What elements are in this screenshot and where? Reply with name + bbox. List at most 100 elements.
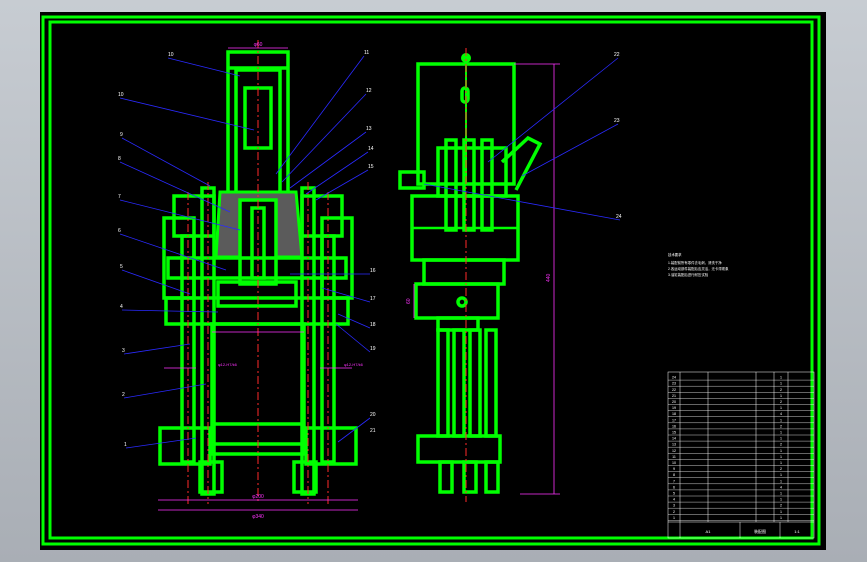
bom-cell: 6 (673, 485, 675, 489)
label-front-left: 4 (120, 304, 123, 310)
title-block (668, 521, 814, 538)
label-front-left: 5 (120, 264, 123, 270)
bom-cell: 1 (780, 492, 782, 496)
bom-cell: 2 (780, 467, 782, 471)
label-front-right: 14 (368, 146, 374, 152)
label-front-right: 12 (366, 88, 372, 94)
bom-cell: 8 (673, 473, 675, 477)
bom-cell: 2 (780, 400, 782, 404)
bom-rows: 24 123 122 221 120 219 118 417 116 215 114 113 212 11… (668, 376, 814, 521)
label-front-left: 6 (118, 228, 121, 234)
side-flange (422, 258, 506, 286)
label-side: 22 (614, 52, 620, 58)
side-leg-1 (436, 328, 450, 438)
title-sheet: A1 (706, 529, 712, 534)
side-leg-2 (452, 328, 466, 438)
bom-cell: 2 (780, 443, 782, 447)
note-line: 3.油缸装配后进行耐压试验 (668, 272, 709, 277)
bom-cell: 9 (673, 467, 675, 471)
label-front-left: 2 (122, 392, 125, 398)
bom-cell: 1 (780, 376, 782, 380)
bom-cell: 1 (780, 479, 782, 483)
dim-bottom-2: φ340 (252, 514, 264, 520)
front-right-label-group: 11 12 13 14 15 16 17 18 19 20 21 (364, 50, 376, 434)
bom-cell: 22 (672, 388, 676, 392)
side-foot-1 (438, 460, 454, 494)
label-side: 24 (616, 214, 622, 220)
bom-cell: 1 (780, 510, 782, 514)
side-leg-3 (468, 328, 482, 438)
title-scale: 1:1 (794, 529, 800, 534)
label-front-right: 15 (368, 164, 374, 170)
bom-cell: 12 (672, 449, 676, 453)
bom-cell: 19 (672, 406, 676, 410)
callout-right: φ12-H7/k6 (344, 362, 364, 367)
dim-side-height: 440 (546, 273, 552, 282)
bom-cell: 1 (780, 437, 782, 441)
label-side: 23 (614, 118, 620, 124)
bom-cell: 4 (673, 498, 675, 502)
dim-side-small: 60 (406, 298, 412, 304)
label-front-right: 20 (370, 412, 376, 418)
bom-cell: 1 (780, 394, 782, 398)
bom-cell: 4 (780, 412, 782, 416)
bom-cell: 21 (672, 394, 676, 398)
dim-top: φ60 (254, 42, 263, 48)
bom-cell: 13 (672, 443, 676, 447)
bom-cell: 1 (673, 516, 675, 520)
note-line: 2.各运动部件装配后应灵活，无卡滞现象 (668, 266, 729, 271)
label-front-right: 17 (370, 296, 376, 302)
bom-cell: 23 (672, 382, 676, 386)
label-front-right: 16 (370, 268, 376, 274)
label-front-left: 1 (124, 442, 127, 448)
assembly-drawing: φ60 φ200 φ340 φ12-H7/k6 φ12-H7/k6 10 10 … (41, 15, 821, 546)
bom-cell: 15 (672, 431, 676, 435)
side-pin (456, 296, 468, 308)
side-leg-4 (484, 328, 498, 438)
bom-cell: 24 (672, 376, 676, 380)
bom-cell: 11 (672, 455, 676, 459)
bom-cell: 7 (673, 479, 675, 483)
side-lower-block (416, 434, 502, 464)
note-line: 1.装配前所有零件去毛刺，清洗干净 (668, 260, 722, 265)
bom-cell: 1 (780, 449, 782, 453)
side-collar (436, 316, 480, 332)
bom-table (667, 371, 815, 539)
bom-cell: 1 (780, 516, 782, 520)
cad-viewport[interactable]: φ60 φ200 φ340 φ12-H7/k6 φ12-H7/k6 10 10 … (40, 12, 826, 550)
label-front-left: 10 (168, 52, 174, 58)
label-front-right: 18 (370, 322, 376, 328)
side-view (398, 62, 543, 494)
bom-cell: 4 (780, 485, 782, 489)
bom-cell: 2 (780, 388, 782, 392)
side-label-group: 22 23 24 (614, 52, 622, 220)
bom-cell: 1 (780, 461, 782, 465)
label-front-right: 13 (366, 126, 372, 132)
bom-cell: 10 (672, 461, 676, 465)
label-front-left: 3 (122, 348, 125, 354)
label-front-right: 11 (364, 50, 369, 56)
bom-outline (667, 371, 815, 539)
bom-cell: 1 (780, 382, 782, 386)
label-front-left: 9 (120, 132, 123, 138)
dim-bottom-1: φ200 (252, 494, 264, 500)
bom-cell: 1 (780, 455, 782, 459)
bom-cell: 18 (672, 412, 676, 416)
bom-cell: 1 (780, 418, 782, 422)
bom-cell: 1 (780, 431, 782, 435)
bom-cell: 5 (673, 492, 675, 496)
bom-cell: 17 (672, 418, 676, 422)
bom-cell: 14 (672, 437, 676, 441)
callout-left: φ12-H7/k6 (218, 362, 238, 367)
bom-cell: 16 (672, 424, 676, 428)
bom-cell: 2 (780, 504, 782, 508)
title-name: 装配图 (754, 528, 766, 534)
bom-cell: 2 (780, 424, 782, 428)
bom-cell: 1 (780, 498, 782, 502)
side-foot-3 (484, 460, 500, 494)
label-front-left: 8 (118, 156, 121, 162)
label-front-right: 21 (370, 428, 376, 434)
notes-title: 技术要求 (668, 252, 682, 257)
label-front-right: 19 (370, 346, 376, 352)
bom-cell: 20 (672, 400, 676, 404)
